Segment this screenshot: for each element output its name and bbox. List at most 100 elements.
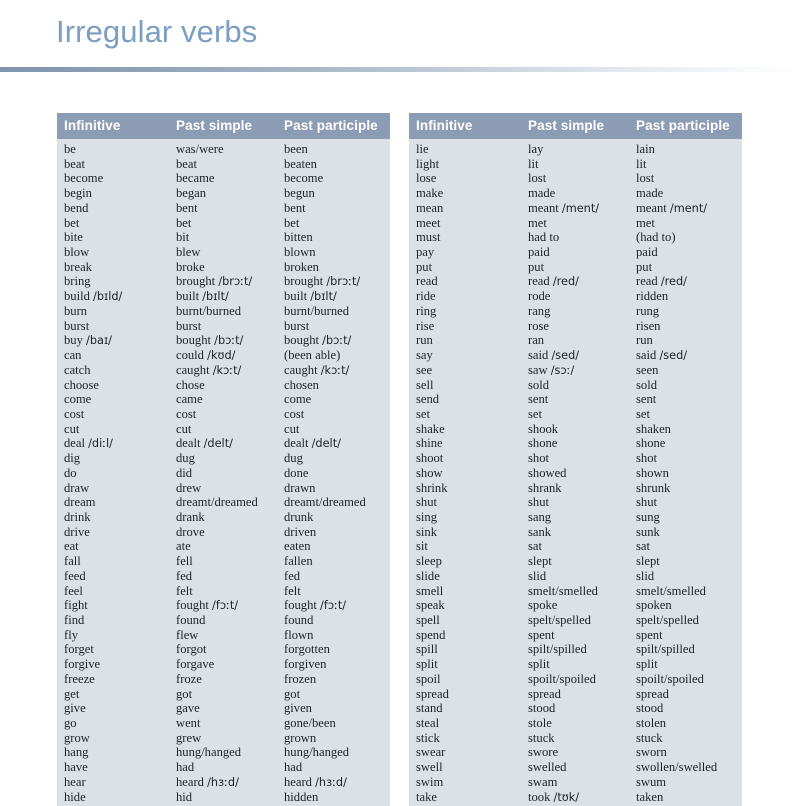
verb-past-participle: run	[636, 333, 653, 348]
verb-past-simple: smelt/smelled	[528, 583, 598, 598]
verb-past-participle: split	[636, 657, 658, 672]
verb-past-participle: taken	[636, 789, 664, 804]
verb-past-participle: found	[284, 613, 314, 627]
verb-past-participle: shrunk	[636, 480, 671, 495]
verb-past-participle: forgiven	[284, 657, 327, 672]
phonetic-transcription: /diːl/	[88, 437, 113, 451]
verb-infinitive: shoot	[416, 451, 444, 466]
verb-past-simple: shut	[528, 495, 549, 510]
verb-past-participle: sworn	[636, 745, 667, 760]
verb-past-participle: gone/been	[284, 716, 336, 731]
verb-infinitive: come	[64, 392, 92, 407]
verb-infinitive: bet	[64, 215, 80, 230]
verb-infinitive: shine	[416, 436, 443, 451]
phonetic-transcription: /red/	[552, 275, 579, 289]
verb-past-simple: broke	[176, 259, 205, 274]
verb-past-participle: cost	[284, 406, 305, 421]
verb-infinitive: smell	[416, 583, 444, 598]
table-row: dream dreamt/dreamed dreamt/dreamed	[57, 495, 390, 510]
verb-past-simple: sold	[528, 377, 549, 392]
verb-past-participle: grown	[284, 730, 317, 745]
verb-past-simple: went	[176, 716, 201, 731]
table-row: speak spoke spoken	[409, 598, 742, 613]
column-header-infinitive: Infinitive	[64, 118, 121, 133]
table-row: choose chose chosen	[57, 378, 390, 393]
verb-past-participle: stood	[636, 701, 664, 716]
verb-past-simple: drew	[176, 480, 202, 495]
table-row: feed fed fed	[57, 569, 390, 584]
verb-past-participle: begun	[284, 186, 315, 201]
verb-infinitive: rise	[416, 318, 435, 333]
verb-infinitive: hang	[64, 745, 89, 760]
table-row: light lit lit	[409, 157, 742, 172]
verb-past-simple: forgave	[176, 657, 215, 672]
table-row: break broke broken	[57, 260, 390, 275]
verb-past-simple: drove	[176, 524, 205, 539]
verb-infinitive: build /bɪld/	[64, 289, 123, 304]
verb-infinitive: cost	[64, 406, 85, 421]
verb-past-participle: made	[636, 186, 664, 201]
verb-past-simple: froze	[176, 671, 202, 686]
verb-infinitive: drive	[64, 524, 90, 539]
verb-infinitive: sleep	[416, 554, 442, 569]
verb-infinitive: sing	[416, 509, 437, 524]
irregular-verbs-table-left: Infinitive Past simple Past participle b…	[57, 113, 390, 806]
phonetic-transcription: /ment/	[669, 201, 708, 215]
table-row: bring brought /brɔːt/brought /brɔːt/	[57, 274, 390, 289]
phonetic-transcription: /kɔːt/	[212, 363, 242, 377]
verb-past-simple: could /kʊd/	[176, 348, 236, 363]
verb-past-simple: rode	[528, 289, 551, 304]
table-row: say said /sed/said /sed/	[409, 348, 742, 363]
verb-infinitive: bite	[64, 230, 83, 245]
verb-past-simple: paid	[528, 245, 550, 260]
verb-infinitive: cut	[64, 421, 80, 436]
verb-infinitive: choose	[64, 377, 99, 392]
verb-past-simple: drank	[176, 509, 205, 524]
verb-past-participle: said /sed/	[636, 348, 688, 363]
phonetic-transcription: /hɜːd/	[315, 775, 347, 789]
table-row: smell smelt/smelled smelt/smelled	[409, 584, 742, 599]
verb-infinitive: send	[416, 392, 440, 407]
verb-past-participle: sent	[636, 392, 657, 407]
verb-past-participle: stolen	[636, 716, 667, 731]
verb-infinitive: grow	[64, 730, 90, 745]
column-header-infinitive: Infinitive	[416, 118, 473, 133]
verb-past-simple: dreamt/dreamed	[176, 495, 258, 510]
verb-past-simple: stole	[528, 716, 552, 731]
verb-past-participle: fought /fɔːt/	[284, 598, 347, 613]
verb-infinitive: lie	[416, 142, 429, 156]
verb-infinitive: have	[64, 760, 88, 775]
verb-infinitive: burst	[64, 318, 90, 333]
phonetic-transcription: /sɔː/	[550, 363, 575, 377]
phonetic-transcription: /ment/	[561, 201, 600, 215]
verb-past-simple: hung/hanged	[176, 745, 242, 760]
verb-infinitive: become	[64, 171, 104, 186]
table-row: fight fought /fɔːt/fought /fɔːt/	[57, 598, 390, 613]
verb-past-simple: gave	[176, 701, 200, 716]
verb-past-participle: built /bɪlt/	[284, 289, 337, 304]
verb-past-simple: spent	[528, 627, 555, 642]
verb-past-simple: bet	[176, 215, 192, 230]
verb-past-simple: slept	[528, 554, 552, 569]
verb-past-simple: spelt/spelled	[528, 613, 591, 627]
verb-past-simple: burnt/burned	[176, 303, 242, 318]
phonetic-transcription: /delt/	[203, 437, 233, 451]
table-row: swell swelled swollen/swelled	[409, 760, 742, 775]
verb-past-participle: burst	[284, 318, 310, 333]
phonetic-transcription: /hɜːd/	[207, 775, 239, 789]
verb-past-simple: became	[176, 171, 215, 186]
table-row: bend bent bent	[57, 201, 390, 216]
verb-infinitive: swear	[416, 745, 446, 760]
verb-past-simple: split	[528, 657, 550, 672]
verb-infinitive: swell	[416, 760, 443, 775]
verb-past-participle: set	[636, 406, 650, 421]
verb-past-participle: shot	[636, 451, 657, 466]
verb-past-simple: came	[176, 392, 203, 407]
table-row: make made made	[409, 186, 742, 201]
phonetic-transcription: /red/	[660, 275, 687, 289]
verb-infinitive: say	[416, 348, 433, 363]
verb-past-simple: blew	[176, 245, 201, 260]
verb-past-simple: shrank	[528, 480, 562, 495]
verb-infinitive: sit	[416, 539, 428, 554]
table-row: get got got	[57, 687, 390, 702]
